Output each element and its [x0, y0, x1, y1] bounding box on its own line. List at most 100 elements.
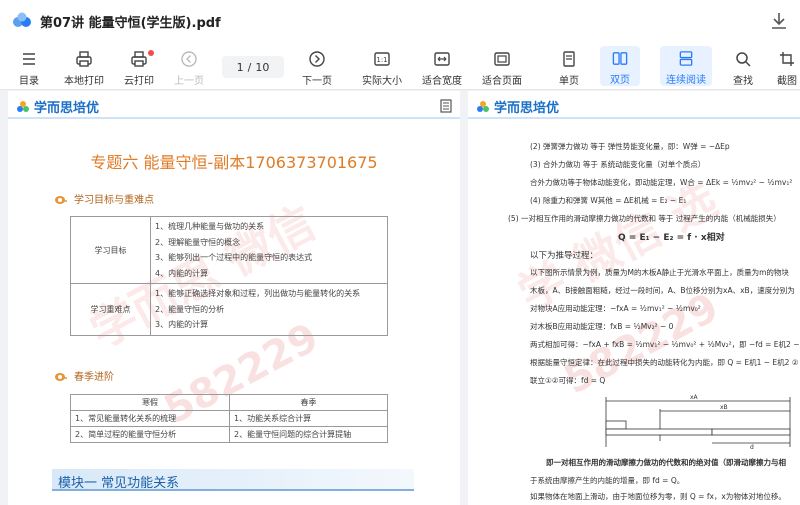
download-icon[interactable]	[768, 10, 790, 32]
text-line: 以下图所示情景为例，质量为M的木板A静止于光滑水平面上，质量为m的物块	[530, 268, 789, 277]
cloud-print-label: 云打印	[124, 76, 154, 87]
text-line: 如果物体在地面上滑动，由于地面位移为零，则 Q = fx，x为物体对地位移。	[530, 492, 786, 501]
goals-items: 1、梳理几种能量与做功的关系 2、理解能量守恒的概念 3、能够列出一个过程中的能…	[150, 216, 388, 284]
text-line: 合外力做功等于物体动能变化，即动能定理，W合 = ΔEk = ½mv₂² − ½…	[530, 178, 793, 187]
local-print-label: 本地打印	[64, 76, 104, 87]
app-logo-icon	[13, 12, 31, 27]
list-icon	[23, 53, 35, 65]
goal-item: 2、理解能量守恒的概念	[155, 237, 241, 247]
prev-page-icon	[181, 51, 197, 67]
notification-dot	[148, 50, 154, 56]
snail-icon	[55, 195, 67, 204]
page-separator: /	[247, 60, 252, 74]
diagram-label-d: d	[750, 444, 754, 451]
goal-item: 4、内能的计算	[155, 268, 209, 278]
search-button[interactable]: 查找	[726, 42, 760, 90]
single-page-icon	[563, 51, 575, 67]
brand-flower-icon	[477, 100, 489, 112]
text-line: 木板，A、B接触面粗糙，经过一段时间，A、B位移分别为xA、xB，速度分别为	[530, 286, 795, 295]
diagram-label-xa: xA	[690, 394, 699, 401]
key-points-label: 学习重难点	[70, 283, 151, 336]
header-rule	[8, 117, 460, 119]
prev-page-label: 上一页	[174, 76, 204, 87]
continuous-read-label: 连续阅读	[666, 75, 706, 86]
svg-text:1:1: 1:1	[376, 56, 387, 64]
prev-page-button[interactable]: 上一页	[170, 42, 208, 90]
text-line: 对物块A应用动能定理：−fxA = ½mv₁² − ½mv₀²	[530, 304, 701, 313]
fit-page-label: 适合页面	[482, 76, 522, 87]
text-line: 联立①②可得：fd = Q	[530, 376, 606, 385]
double-page-label: 双页	[610, 75, 630, 86]
double-page-button[interactable]: 双页	[600, 46, 640, 86]
table-cell: 2、能量守恒问题的综合计算提轴	[229, 426, 388, 443]
diagram-label-xb: xB	[720, 404, 728, 411]
next-page-icon	[309, 51, 325, 67]
module-heading: 模块一 常见功能关系	[52, 469, 414, 491]
page-current: 1	[236, 60, 244, 74]
block-diagram: xA xB d	[605, 394, 791, 451]
table-cell: 2、简单过程的能量守恒分析	[70, 426, 230, 443]
pdf-page-left: 学而思 微信 582229 学而思培优 专题六 能量守恒-副本170637370…	[8, 91, 460, 505]
table-cell: 1、功能关系综合计算	[229, 410, 388, 427]
text-line: (2) 弹簧弹力做功 等于 弹性势能变化量，即：W弹 = −ΔEp	[530, 142, 730, 151]
continuous-read-button[interactable]: 连续阅读	[660, 46, 712, 86]
key-point-item: 2、能量守恒的分析	[155, 304, 225, 314]
fit-width-label: 适合宽度	[422, 76, 462, 87]
actual-size-icon: 1:1	[374, 52, 390, 66]
toc-button[interactable]: 目录	[12, 42, 46, 90]
formula: Q = E₁ − E₂ = f · x相对	[618, 233, 725, 243]
next-page-label: 下一页	[302, 76, 332, 87]
screenshot-icon	[780, 52, 794, 66]
fit-width-button[interactable]: 适合宽度	[418, 42, 466, 90]
section-heading-goals: 学习目标与重难点	[54, 191, 154, 206]
text-line: 以下为推导过程：	[530, 251, 599, 261]
single-page-label: 单页	[559, 76, 579, 87]
actual-size-label: 实际大小	[362, 76, 402, 87]
goal-item: 1、梳理几种能量与做功的关系	[155, 222, 265, 231]
title-bar: 第07讲 能量守恒(学生版).pdf	[0, 0, 800, 42]
goals-label: 学习目标	[70, 216, 151, 284]
next-page-button[interactable]: 下一页	[298, 42, 336, 90]
snail-icon	[55, 372, 67, 381]
module-title: 模块一 常见功能关系	[58, 476, 180, 491]
text-line: 根据能量守恒定律：在此过程中损失的动能转化为内能，即 Q = E机1 − E机2…	[530, 358, 799, 367]
actual-size-button[interactable]: 1:1 实际大小	[358, 42, 406, 90]
watermark-text: 学 微信 选	[509, 172, 726, 322]
bookmark-icon	[440, 99, 452, 113]
key-point-item: 3、内能的计算	[155, 320, 209, 329]
cloud-printer-icon	[131, 51, 147, 67]
brand-flower-icon	[17, 100, 29, 112]
local-print-button[interactable]: 本地打印	[60, 42, 108, 90]
continuous-read-icon	[679, 51, 693, 66]
section-title-goals: 学习目标与重难点	[74, 195, 154, 206]
text-line: 即一对相互作用的滑动摩擦力做功的代数和的绝对值（即滑动摩擦力与相	[546, 458, 786, 467]
header-rule	[468, 117, 800, 119]
screenshot-label: 截图	[777, 76, 797, 87]
progression-table: 寒假 春季 1、常见能量转化关系的梳理 1、功能关系综合计算 2、简单过程的能量…	[70, 394, 388, 443]
printer-icon	[76, 51, 92, 67]
text-line: 于系统由摩擦产生的内能的增量，即 fd = Q。	[530, 476, 685, 485]
page-number-input[interactable]: 1 / 10	[222, 56, 284, 78]
fit-page-button[interactable]: 适合页面	[478, 42, 526, 90]
toc-label: 目录	[19, 76, 39, 87]
page-total: 10	[255, 60, 270, 74]
section-heading-spring: 春季进阶	[54, 368, 114, 383]
text-line: (4) 除重力和弹簧 W其他 = ΔE机械 = E₂ − E₁	[530, 196, 687, 205]
double-page-icon	[612, 52, 628, 65]
screenshot-button[interactable]: 截图	[774, 42, 800, 90]
goals-table: 学习目标 1、梳理几种能量与做功的关系 2、理解能量守恒的概念 3、能够列出一个…	[70, 216, 388, 336]
search-icon	[736, 52, 751, 67]
column-header-spring: 春季	[229, 394, 388, 411]
cloud-print-button[interactable]: 云打印	[120, 42, 158, 90]
document-title: 第07讲 能量守恒(学生版).pdf	[40, 16, 221, 31]
fit-width-icon	[434, 52, 450, 66]
brand-name: 学而思培优	[34, 101, 100, 116]
single-page-button[interactable]: 单页	[552, 42, 586, 90]
toolbar: 目录 本地打印 云打印 上一页 下一页 1:1 实际大小 适合宽度 适合页面 单…	[0, 42, 800, 90]
topic-title: 专题六 能量守恒-副本1706373701675	[90, 153, 378, 172]
text-line: (5) 一对相互作用的滑动摩擦力做功的代数和 等于 过程产生的内能（机械能损失）	[508, 214, 781, 223]
text-line: (3) 合外力做功 等于 系统动能变化量（对单个质点）	[530, 160, 706, 169]
text-line: 对木板B应用动能定理：fxB = ½Mv₂² − 0	[530, 322, 674, 331]
brand-logo: 学而思培优	[16, 97, 99, 116]
section-title-spring: 春季进阶	[74, 372, 114, 383]
